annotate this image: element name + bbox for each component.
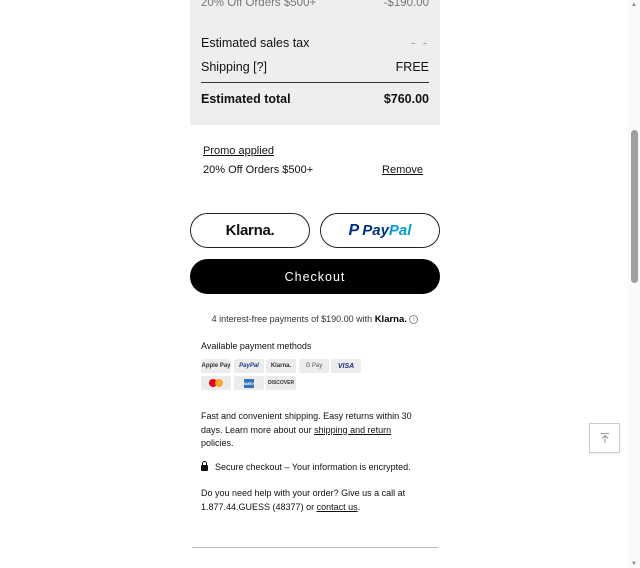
back-to-top-icon — [600, 433, 609, 443]
paypal-icon: P — [348, 221, 360, 239]
paypal-card-icon: PayPal — [234, 359, 264, 373]
total-value: $760.00 — [383, 92, 429, 106]
secure-checkout-note: Secure checkout – Your information is en… — [201, 461, 411, 472]
discount-label: 20% Off Orders $500+ — [201, 0, 317, 9]
discount-row: 20% Off Orders $500+ -$190.00 — [201, 0, 429, 9]
back-to-top-button[interactable] — [589, 423, 620, 453]
scrollbar[interactable]: ▲ ▼ — [628, 0, 640, 568]
secure-text: Secure checkout – Your information is en… — [215, 462, 411, 472]
shipping-return-link[interactable]: shipping and return — [314, 425, 391, 435]
total-label: Estimated total — [201, 92, 291, 106]
promo-title: Promo applied — [203, 145, 274, 157]
apple-pay-icon: Apple Pay — [201, 359, 231, 373]
visa-icon: VISA — [331, 359, 361, 373]
help-info: Do you need help with your order? Give u… — [201, 487, 426, 514]
paypal-logo-pay: Pay — [362, 222, 389, 239]
promo-line: 20% Off Orders $500+ Remove — [203, 164, 423, 176]
klarna-logo: Klarna. — [225, 222, 275, 239]
info-icon[interactable]: i — [409, 315, 419, 325]
shipping-value: FREE — [395, 60, 429, 74]
shipping-info-text-end: policies. — [201, 438, 234, 448]
klarna-button[interactable]: Klarna. — [190, 213, 310, 248]
tax-row: Estimated sales tax - - — [201, 36, 429, 50]
scrollbar-thumb[interactable] — [631, 130, 638, 283]
paypal-logo-pal: Pal — [388, 222, 412, 239]
payment-methods-title: Available payment methods — [201, 341, 312, 351]
discount-value: -$190.00 — [383, 0, 429, 9]
help-text: Do you need help with your order? Give u… — [201, 488, 406, 512]
promo-remove-link[interactable]: Remove — [382, 164, 423, 176]
tax-label: Estimated sales tax — [201, 36, 310, 50]
discover-icon: DISCOVER — [266, 376, 296, 390]
installments-klarna-logo: Klarna. — [374, 314, 407, 325]
help-text-end: . — [357, 501, 361, 512]
section-divider — [192, 547, 438, 548]
shipping-info: Fast and convenient shipping. Easy retur… — [201, 410, 426, 451]
scroll-down-icon[interactable]: ▼ — [631, 561, 637, 567]
shipping-label[interactable]: Shipping [?] — [201, 60, 267, 74]
klarna-card-icon: Klarna. — [266, 359, 296, 373]
checkout-label: Checkout — [284, 269, 346, 284]
klarna-installments: 4 interest-free payments of $190.00 with… — [190, 314, 440, 325]
promo-name: 20% Off Orders $500+ — [203, 164, 314, 176]
total-row: Estimated total $760.00 — [201, 92, 429, 106]
installments-text: 4 interest-free payments of $190.00 with — [211, 314, 373, 324]
tax-value: - - — [411, 36, 429, 50]
mastercard-icon — [201, 376, 231, 390]
google-pay-icon: G Pay — [299, 359, 329, 373]
contact-us-link[interactable]: contact us — [317, 502, 358, 512]
amex-icon: AMEX — [234, 376, 264, 390]
lock-icon — [201, 461, 208, 471]
shipping-row: Shipping [?] FREE — [201, 60, 429, 74]
checkout-button[interactable]: Checkout — [190, 259, 440, 294]
order-summary: 20% Off Orders $500+ -$190.00 Estimated … — [190, 0, 440, 125]
summary-divider — [201, 82, 429, 83]
scroll-up-icon[interactable]: ▲ — [631, 2, 637, 8]
promo-section: Promo applied 20% Off Orders $500+ Remov… — [203, 145, 423, 176]
paypal-button[interactable]: P Pay Pal — [320, 213, 440, 248]
